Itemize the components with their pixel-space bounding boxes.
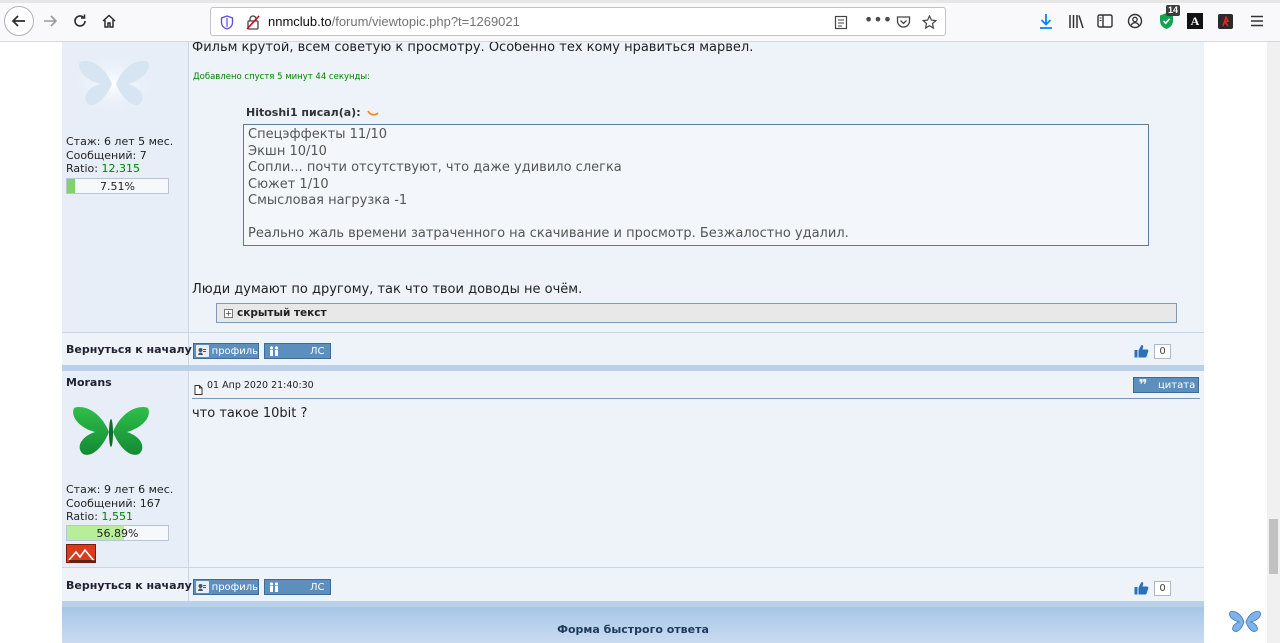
quote-line: Экшн 10/10: [248, 144, 327, 159]
post2-ratio-bar: 56.89%: [66, 525, 169, 541]
post2-ratio: Ratio: 1,551: [66, 510, 133, 523]
post1-text-bottom: Люди думают по другому, так что твои дов…: [192, 282, 583, 297]
post1-back-to-top[interactable]: Вернуться к началу: [66, 343, 192, 356]
post2-ratio-label: Ratio:: [66, 510, 102, 523]
extension-badge: 14: [1166, 5, 1181, 16]
post-link-icon[interactable]: [194, 380, 203, 399]
tracking-shield-icon[interactable]: [218, 13, 236, 31]
scroll-top-butterfly-icon[interactable]: [1228, 609, 1262, 635]
quote-button[interactable]: ❞ цитата: [1133, 377, 1199, 393]
address-bar[interactable]: nnmclub.to/forum/viewtopic.php?t=1269021…: [210, 7, 946, 36]
red-extension-icon[interactable]: [1212, 8, 1238, 34]
quote-line: Реально жаль времени затраченного на ска…: [248, 226, 849, 241]
post2-header-line: [192, 398, 1200, 399]
post1-ratio: Ratio: 12,315: [66, 162, 140, 175]
post1-user-messages: Сообщений: 7: [66, 149, 147, 162]
spoiler-label: скрытый текст: [237, 307, 327, 319]
download-icon[interactable]: [1033, 8, 1059, 34]
quote-line: Спецэффекты 11/10: [248, 127, 388, 142]
insecure-lock-icon[interactable]: [244, 13, 262, 31]
post2-date: 01 Апр 2020 21:40:30: [207, 380, 314, 391]
quote-line: Смысловая нагрузка -1: [248, 193, 408, 208]
post2-pm-button[interactable]: ЛС: [264, 579, 331, 595]
user-rank-badge: [66, 544, 96, 563]
quick-reply-header[interactable]: Форма быстрого ответа: [62, 607, 1204, 643]
post1-ratio-label: Ratio:: [66, 162, 102, 175]
post1-profile-button[interactable]: профиль: [193, 343, 259, 359]
post1-profile-label: профиль: [211, 345, 258, 357]
post2-text: что такое 10bit ?: [192, 406, 308, 421]
post2-username[interactable]: Morans: [66, 376, 112, 389]
post2-avatar[interactable]: [70, 402, 152, 462]
menu-icon[interactable]: [1244, 8, 1270, 34]
post2-pm-label: ЛС: [310, 581, 325, 593]
browser-toolbar: nnmclub.to/forum/viewtopic.php?t=1269021…: [0, 0, 1280, 42]
post2-ratio-percent: 56.89%: [96, 527, 139, 540]
post1-ratio-percent: 7.51%: [100, 180, 135, 193]
post1-added-note: Добавлено спустя 5 минут 44 секунды:: [193, 72, 371, 82]
post2-body-cell: [189, 371, 1204, 567]
post1-ratio-value: 12,315: [101, 162, 140, 175]
tab-strip-edge: [0, 0, 1280, 3]
account-icon[interactable]: [1122, 8, 1148, 34]
post2-user-messages: Сообщений: 167: [66, 497, 161, 510]
forum-page: Стаж: 6 лет 5 мес. Сообщений: 7 Ratio: 1…: [0, 42, 1280, 643]
scrollbar-thumb[interactable]: [1269, 519, 1278, 574]
post1-footer-line: [62, 332, 1204, 333]
post1-pm-button[interactable]: ЛС: [264, 343, 331, 359]
quote-author: Hitoshi1 писал(а):: [246, 106, 380, 119]
post2-back-to-top[interactable]: Вернуться к началу: [66, 579, 192, 592]
spoiler-toggle[interactable]: + скрытый текст: [216, 303, 1177, 323]
url-path: /forum/viewtopic.php?t=1269021: [331, 14, 520, 29]
reader-view-icon[interactable]: [832, 13, 850, 31]
post2-user-stage: Стаж: 9 лет 6 мес.: [66, 483, 174, 496]
page-actions-menu-icon[interactable]: •••: [864, 10, 892, 29]
quote-line: Сопли... почти отсутствуют, что даже уди…: [248, 160, 622, 175]
bookmark-star-icon[interactable]: [920, 13, 938, 31]
back-arrow-icon[interactable]: [4, 6, 34, 36]
post2-like-count: 0: [1154, 581, 1171, 596]
page-scrollbar[interactable]: [1267, 42, 1280, 643]
quick-reply-title: Форма быстрого ответа: [557, 623, 709, 636]
pm-users-icon: [267, 345, 281, 357]
post1-avatar[interactable]: [74, 54, 154, 114]
post1-text-top: Фильм крутой, всем советую к просмотру. …: [192, 42, 754, 55]
pm-users-icon: [267, 581, 281, 593]
reload-icon[interactable]: [67, 8, 93, 34]
post2-footer-line: [62, 567, 1204, 568]
url-text[interactable]: nnmclub.to/forum/viewtopic.php?t=1269021: [268, 14, 520, 29]
post2-profile-button[interactable]: профиль: [193, 579, 259, 595]
quote-arrow-icon[interactable]: [367, 109, 380, 117]
sidebar-icon[interactable]: [1092, 8, 1118, 34]
quote-box: Спецэффекты 11/10 Экшн 10/10 Сопли... по…: [243, 124, 1149, 246]
pocket-icon[interactable]: [894, 13, 912, 31]
post1-user-stage: Стаж: 6 лет 5 мес.: [66, 135, 174, 148]
home-icon[interactable]: [96, 8, 122, 34]
quote-mark-icon: ❞: [1138, 376, 1148, 394]
font-extension-icon[interactable]: A: [1182, 8, 1208, 34]
quote-author-text: Hitoshi1 писал(а):: [246, 106, 361, 119]
profile-icon: [196, 581, 209, 593]
post1-like-count: 0: [1154, 344, 1171, 359]
post1-like-icon[interactable]: [1134, 344, 1149, 358]
post2-ratio-value: 1,551: [101, 510, 133, 523]
post1-pm-label: ЛС: [310, 345, 325, 357]
quote-button-label: цитата: [1158, 379, 1196, 391]
library-icon[interactable]: [1063, 8, 1089, 34]
post1-ratio-bar: 7.51%: [66, 178, 169, 194]
url-host: nnmclub.to: [268, 14, 332, 29]
post2-profile-label: профиль: [211, 581, 258, 593]
forward-arrow-icon[interactable]: [37, 8, 63, 34]
post2-like-icon[interactable]: [1134, 581, 1149, 595]
quote-line: Сюжет 1/10: [248, 177, 329, 192]
plus-icon[interactable]: +: [224, 309, 233, 318]
profile-icon: [196, 345, 209, 357]
post1-divider: [188, 42, 189, 365]
